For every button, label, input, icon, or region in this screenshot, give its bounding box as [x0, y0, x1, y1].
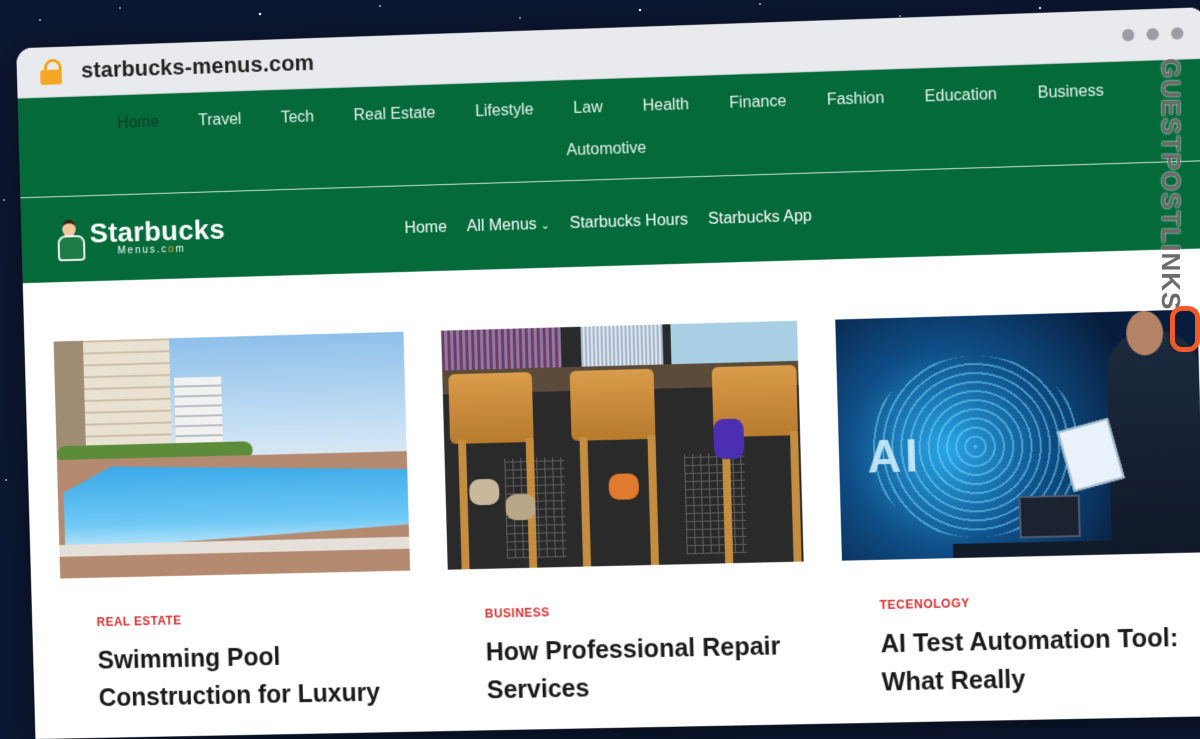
topnav-item-fashion[interactable]: Fashion — [806, 79, 905, 124]
topnav-item-lifestyle[interactable]: Lifestyle — [455, 91, 554, 136]
window-dot-icon[interactable] — [1122, 29, 1135, 42]
post-title[interactable]: How Professional Repair Services — [485, 628, 797, 709]
logo-subtitle: Menus.com — [117, 243, 225, 256]
post-card[interactable]: REAL ESTATE Swimming Pool Construction f… — [54, 332, 414, 718]
main-menu: Home All Menus ⌄ Starbucks Hours Starbuck… — [404, 208, 812, 238]
window-dot-icon[interactable] — [1146, 28, 1159, 41]
site-logo[interactable]: Starbucks Menus.com — [54, 213, 226, 262]
topnav-item-travel[interactable]: Travel — [178, 100, 262, 144]
topnav-item-automotive[interactable]: Automotive — [546, 129, 667, 175]
menu-item-starbucks-hours[interactable]: Starbucks Hours — [570, 211, 689, 233]
chevron-down-icon: ⌄ — [540, 220, 550, 232]
post-category[interactable]: REAL ESTATE — [96, 608, 411, 629]
post-category[interactable]: TECENOLOGY — [879, 591, 1200, 612]
barista-logo-icon — [54, 217, 84, 261]
link-logo-icon — [1170, 306, 1200, 352]
post-title[interactable]: AI Test Automation Tool: What Really — [880, 619, 1198, 701]
url-text[interactable]: starbucks-menus.com — [81, 50, 315, 84]
menu-item-all-menus[interactable]: All Menus ⌄ — [467, 216, 551, 236]
topnav-item-law[interactable]: Law — [553, 88, 623, 132]
post-card[interactable]: BUSINESS How Professional Repair Service… — [441, 321, 808, 710]
topnav-item-business[interactable]: Business — [1017, 72, 1125, 118]
window-controls — [1122, 27, 1184, 41]
topnav-item-real-estate[interactable]: Real Estate — [333, 94, 456, 140]
post-grid: REAL ESTATE Swimming Pool Construction f… — [23, 248, 1200, 739]
topnav-item-finance[interactable]: Finance — [709, 82, 808, 127]
topnav-item-home[interactable]: Home — [97, 103, 179, 147]
lock-icon — [38, 58, 66, 85]
post-card[interactable]: AI TECENOLOGY AI Test Automation Tool: W… — [835, 309, 1200, 702]
pool-thumbnail-image[interactable] — [54, 332, 410, 579]
menu-item-home[interactable]: Home — [404, 219, 447, 238]
topnav-item-tech[interactable]: Tech — [261, 98, 335, 142]
post-category[interactable]: BUSINESS — [485, 600, 806, 621]
ai-thumbnail-image[interactable]: AI — [835, 309, 1200, 560]
topnav-item-health[interactable]: Health — [622, 86, 710, 131]
topnav-item-education[interactable]: Education — [904, 75, 1018, 121]
bar-stools-thumbnail-image[interactable] — [441, 321, 804, 570]
menu-item-starbucks-app[interactable]: Starbucks App — [708, 208, 812, 229]
logo-title: Starbucks — [89, 216, 225, 248]
window-dot-icon[interactable] — [1171, 27, 1184, 40]
guestpostlinks-watermark: GUESTPOSTLINKS — [1164, 58, 1200, 358]
browser-window: starbucks-menus.com Home Travel Tech Rea… — [16, 7, 1200, 739]
post-title[interactable]: Swimming Pool Construction for Luxury — [97, 636, 404, 717]
